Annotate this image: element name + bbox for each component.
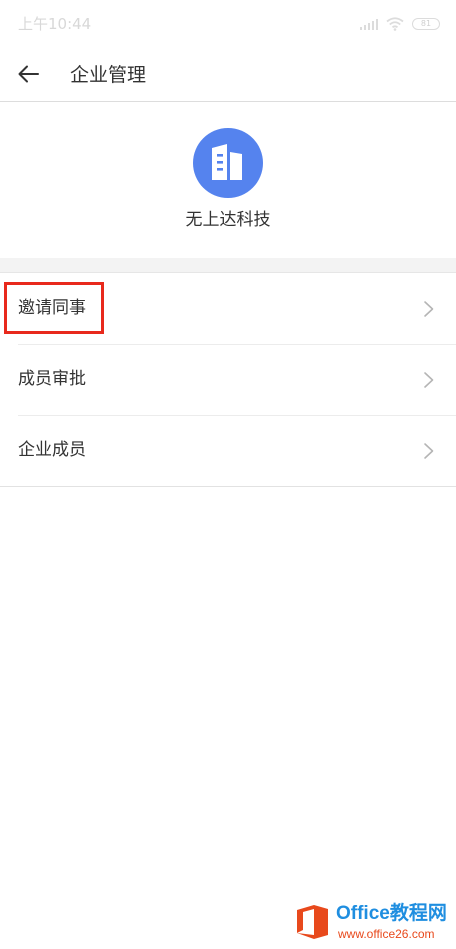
menu-item-label: 邀请同事 [18,298,86,318]
status-icons: 81 [360,16,440,32]
signal-icon [360,18,378,30]
page-title: 企业管理 [70,64,147,86]
watermark: Office教程网 www.office26.com [288,896,456,949]
menu-item-label: 成员审批 [18,369,86,389]
status-time: 上午10:44 [18,15,92,33]
watermark-title: Office教程网 [336,903,447,924]
company-name: 无上达科技 [185,210,271,230]
back-arrow-icon [18,65,39,83]
menu-item-company-members[interactable]: 企业成员 [0,415,456,486]
status-bar: 上午10:44 81 [0,0,456,48]
chevron-right-icon [424,443,434,459]
office-logo-icon [297,905,328,939]
wifi-icon [386,17,404,31]
chevron-right-icon [424,372,434,388]
menu-item-member-approval[interactable]: 成员审批 [0,344,456,415]
back-button[interactable] [14,59,44,89]
watermark-url: www.office26.com [338,927,435,941]
building-icon [212,144,242,180]
menu-item-label: 企业成员 [18,440,86,460]
battery-icon: 81 [412,18,440,30]
menu-item-invite-colleague[interactable]: 邀请同事 [0,273,456,344]
chevron-right-icon [424,301,434,317]
app-header: 企业管理 [0,48,456,102]
section-divider [0,258,456,273]
screen: 上午10:44 81 企业管理 无上达科技 邀请同事 成员审批 企业成员 Off… [0,0,456,949]
company-logo [193,128,263,198]
menu-list: 邀请同事 成员审批 企业成员 [0,273,456,487]
company-info: 无上达科技 [0,103,456,258]
